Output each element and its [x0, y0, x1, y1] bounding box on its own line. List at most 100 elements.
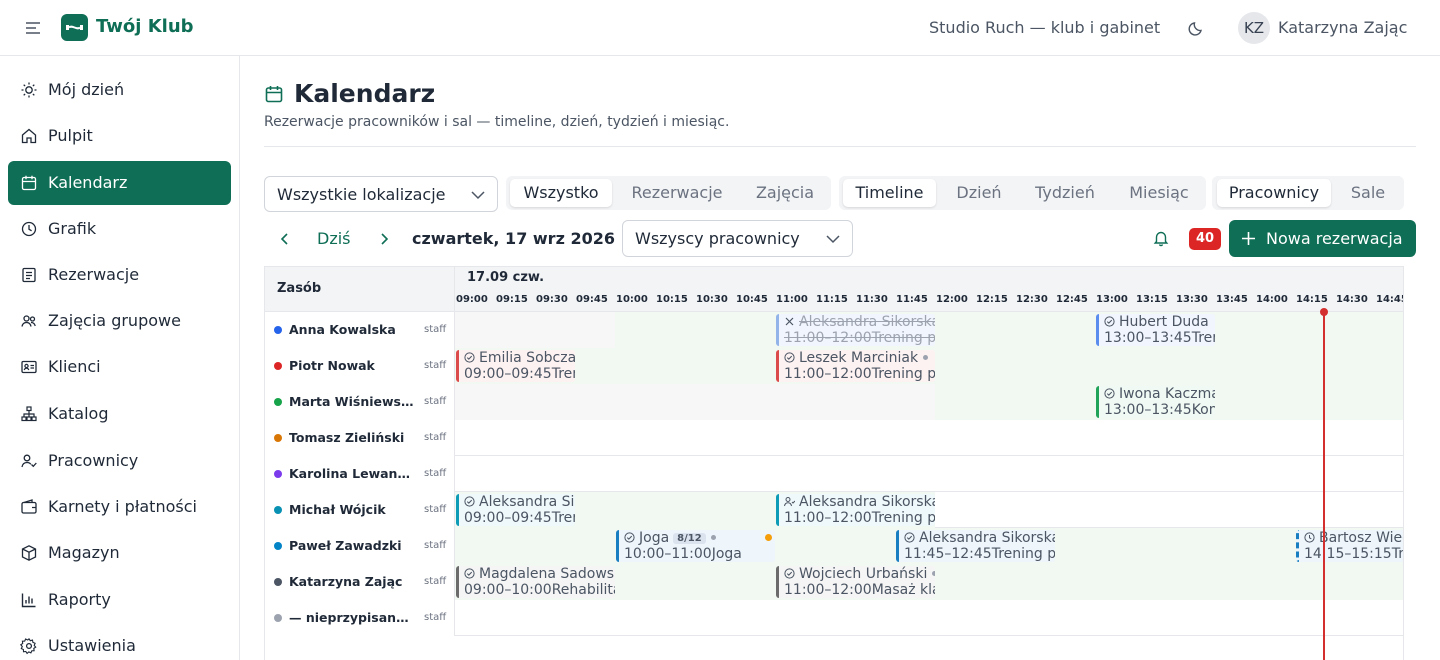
menu-icon[interactable] [22, 17, 44, 39]
sidebar-item-rezerwacje[interactable]: Rezerwacje [8, 253, 231, 297]
notification-badge[interactable]: 40 [1189, 228, 1221, 250]
event-title: Aleksandra Sikorska [784, 494, 935, 510]
booking-event[interactable]: Emilia Sobczak09:00–09:45Trening [456, 350, 575, 382]
sidebar-item-label: Pracownicy [48, 451, 139, 470]
event-client: Bartosz Wieczorek [1319, 530, 1403, 546]
check-icon [464, 352, 475, 363]
sidebar-item-zajecia-grupowe[interactable]: Zajęcia grupowe [8, 299, 231, 343]
sidebar-item-klienci[interactable]: Klienci [8, 345, 231, 389]
resource-label[interactable]: Karolina Lewandowska staff [265, 456, 455, 492]
sidebar-item-ustawienia[interactable]: Ustawienia [8, 624, 231, 660]
studio-name[interactable]: Studio Ruch — klub i gabinet [929, 18, 1160, 37]
bell-icon[interactable] [1152, 229, 1170, 247]
time-tick: 09:45 [576, 294, 608, 305]
resource-row: Marta Wiśniewska staff [265, 384, 1403, 420]
booking-event[interactable]: Bartosz Wieczorek14:15–15:15Trening [1296, 530, 1403, 562]
sidebar-item-kalendarz[interactable]: Kalendarz [8, 161, 231, 205]
tab-sale[interactable]: Sale [1336, 179, 1400, 207]
event-details: 10:00–11:00Joga [624, 546, 742, 562]
resource-label[interactable]: — nieprzypisane — staff [265, 600, 455, 636]
booking-event[interactable]: Aleksandra Sikorska11:00–12:00Trening pe… [776, 494, 935, 526]
booking-event[interactable]: Aleksandra Sikorska09:00–09:45Trening [456, 494, 575, 526]
event-service: Joga [711, 546, 742, 562]
tab-tydzien[interactable]: Tydzień [1021, 179, 1109, 207]
resource-tag: staff [424, 612, 447, 623]
resource-row: Paweł Zawadzki staff [265, 528, 1403, 564]
check-icon [1104, 388, 1115, 399]
resource-tag: staff [424, 360, 447, 371]
event-service: Trening personalny [871, 366, 935, 382]
time-tick: 12:45 [1056, 294, 1088, 305]
booking-event[interactable]: Iwona Kaczmarek13:00–13:45Konsultacja [1096, 386, 1215, 418]
tab-miesiac[interactable]: Miesiąc [1115, 179, 1203, 207]
resource-color-dot [274, 506, 282, 514]
check-icon [904, 532, 915, 543]
event-service: Masaż klasyczny [871, 582, 935, 598]
check-icon [784, 352, 795, 363]
avatar[interactable]: KZ [1238, 12, 1270, 44]
staff-select[interactable]: Wszyscy pracownicy [622, 220, 853, 257]
event-details: 14:15–15:15Trening [1304, 546, 1403, 562]
tab-zajecia[interactable]: Zajęcia [742, 179, 828, 207]
calendar-icon [21, 175, 37, 191]
resource-label[interactable]: Michał Wójcik staff [265, 492, 455, 528]
time-tick: 13:00 [1096, 294, 1128, 305]
clock-icon [1304, 532, 1315, 543]
resource-tag: staff [424, 432, 447, 443]
booking-event[interactable]: Hubert Duda13:00–13:45Trening [1096, 314, 1215, 346]
resource-color-dot [274, 434, 282, 442]
resource-row: Karolina Lewandowska staff [265, 456, 1403, 492]
event-time: 11:00–12:00 [784, 366, 872, 382]
sidebar-item-label: Grafik [48, 219, 97, 238]
event-details: 11:00–12:00Trening personalny [784, 330, 935, 346]
resource-label[interactable]: Katarzyna Zając staff [265, 564, 455, 600]
tab-rezerwacje[interactable]: Rezerwacje [618, 179, 736, 207]
tab-pracownicy[interactable]: Pracownicy [1217, 179, 1331, 207]
sidebar-item-pulpit[interactable]: Pulpit [8, 114, 231, 158]
booking-event[interactable]: Joga 8/12 10:00–11:00Joga [616, 530, 775, 562]
event-time: 13:00–13:45 [1104, 330, 1192, 346]
id-card-icon [21, 360, 37, 374]
time-tick: 09:00 [456, 294, 488, 305]
sidebar-item-karnety[interactable]: Karnety i płatności [8, 485, 231, 529]
today-button[interactable]: Dziś [317, 229, 351, 248]
view-tabs: Timeline Dzień Tydzień Miesiąc [839, 176, 1206, 210]
booking-event[interactable]: Wojciech Urbański11:00–12:00Masaż klasyc… [776, 566, 935, 598]
time-tick: 12:15 [976, 294, 1008, 305]
sidebar-item-pracownicy[interactable]: Pracownicy [8, 439, 231, 483]
booking-event[interactable]: Aleksandra Sikorska11:00–12:00Trening pe… [776, 314, 935, 346]
tab-wszystko[interactable]: Wszystko [510, 179, 612, 207]
brand-name[interactable]: Twój Klub [96, 16, 194, 37]
sidebar-item-label: Ustawienia [48, 636, 136, 655]
sidebar-item-katalog[interactable]: Katalog [8, 392, 231, 436]
tab-timeline[interactable]: Timeline [843, 179, 936, 207]
resource-label[interactable]: Tomasz Zieliński staff [265, 420, 455, 456]
booking-event[interactable]: Aleksandra Sikorska11:45–12:45Trening pe… [896, 530, 1055, 562]
event-service: Trening [551, 366, 575, 382]
moon-icon[interactable] [1187, 18, 1207, 38]
user-name[interactable]: Katarzyna Zając [1278, 18, 1407, 37]
wallet-icon [21, 499, 37, 514]
resource-header-label: Zasób [277, 281, 322, 296]
resource-name: Piotr Nowak [289, 358, 375, 373]
location-select[interactable]: Wszystkie lokalizacje [264, 176, 498, 212]
logo-icon[interactable] [61, 14, 88, 41]
sidebar-item-grafik[interactable]: Grafik [8, 207, 231, 251]
users-icon [21, 315, 36, 327]
resource-label[interactable]: Paweł Zawadzki staff [265, 528, 455, 564]
chevron-right-icon[interactable] [375, 230, 393, 248]
staff-select-value: Wszyscy pracownicy [635, 229, 800, 248]
booking-event[interactable]: Leszek Marciniak11:00–12:00Trening perso… [776, 350, 935, 382]
booking-event[interactable]: Magdalena Sadowska09:00–10:00Rehabilitac… [456, 566, 615, 598]
resource-label[interactable]: Piotr Nowak staff [265, 348, 455, 384]
chevron-left-icon[interactable] [276, 230, 294, 248]
event-details: 11:00–12:00Trening personalny [784, 366, 935, 382]
event-service: Rehabilitacja [551, 582, 615, 598]
sidebar-item-raporty[interactable]: Raporty [8, 578, 231, 622]
resource-label[interactable]: Anna Kowalska staff [265, 312, 455, 348]
sidebar-item-moj-dzien[interactable]: Mój dzień [8, 68, 231, 112]
sidebar-item-magazyn[interactable]: Magazyn [8, 531, 231, 575]
tab-dzien[interactable]: Dzień [943, 179, 1015, 207]
resource-label[interactable]: Marta Wiśniewska staff [265, 384, 455, 420]
new-reservation-button[interactable]: Nowa rezerwacja [1229, 220, 1416, 257]
